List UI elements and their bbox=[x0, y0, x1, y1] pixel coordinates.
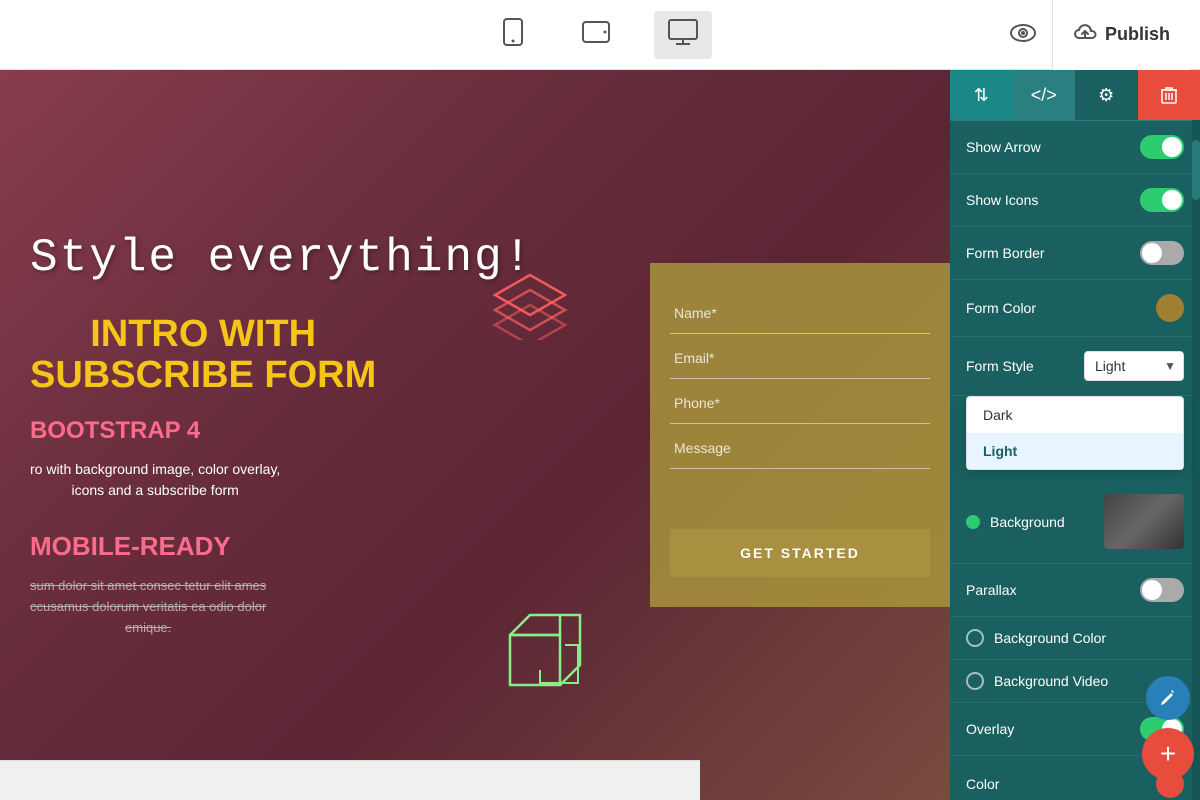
form-style-dropdown: Dark Light bbox=[966, 396, 1184, 470]
parallax-toggle[interactable] bbox=[1140, 578, 1184, 602]
tablet-view-button[interactable] bbox=[568, 12, 624, 58]
show-icons-toggle[interactable] bbox=[1140, 188, 1184, 212]
settings-panel: ⇅ </> ⚙ Show Arrow bbox=[950, 70, 1200, 800]
description: ro with background image, color overlay,… bbox=[30, 459, 280, 501]
bootstrap-label: BOOTSTRAP 4 bbox=[30, 417, 200, 445]
panel-scrollbar-thumb[interactable] bbox=[1192, 140, 1200, 200]
dropdown-open-area: Dark Light bbox=[950, 396, 1200, 480]
parallax-label: Parallax bbox=[966, 582, 1017, 598]
settings-button[interactable]: ⚙ bbox=[1075, 70, 1138, 120]
message-field[interactable] bbox=[670, 428, 930, 469]
get-started-button[interactable]: GET STARTED bbox=[670, 529, 930, 577]
header-right: Publish bbox=[1010, 0, 1200, 70]
background-color-radio[interactable] bbox=[966, 629, 984, 647]
canvas-area: Style everything! INTRO WITH SUBSCRIBE F… bbox=[0, 70, 950, 800]
show-icons-row: Show Icons bbox=[950, 174, 1200, 227]
background-color-row: Background Color bbox=[950, 617, 1200, 660]
dropdown-dark-option[interactable]: Dark bbox=[967, 397, 1183, 433]
form-style-row: Form Style Light Dark ▼ bbox=[950, 337, 1200, 396]
background-row: Background bbox=[950, 480, 1200, 564]
form-style-label: Form Style bbox=[966, 358, 1034, 374]
subscribe-form: GET STARTED bbox=[650, 263, 950, 607]
phone-field[interactable] bbox=[670, 383, 930, 424]
bottom-bar bbox=[0, 760, 700, 800]
show-arrow-row: Show Arrow bbox=[950, 121, 1200, 174]
form-border-toggle[interactable] bbox=[1140, 241, 1184, 265]
mobile-view-button[interactable] bbox=[488, 10, 538, 60]
background-thumbnail[interactable] bbox=[1104, 494, 1184, 549]
name-field[interactable] bbox=[670, 293, 930, 334]
edit-fab-button[interactable] bbox=[1146, 676, 1190, 720]
form-style-select[interactable]: Light Dark bbox=[1084, 351, 1184, 381]
background-color-label: Background Color bbox=[994, 630, 1106, 646]
color-label: Color bbox=[966, 776, 999, 792]
form-border-row: Form Border bbox=[950, 227, 1200, 280]
form-color-label: Form Color bbox=[966, 300, 1036, 316]
heading-style-everything: Style everything! bbox=[30, 232, 533, 284]
background-label: Background bbox=[990, 514, 1065, 530]
form-color-row: Form Color bbox=[950, 280, 1200, 337]
background-video-radio[interactable] bbox=[966, 672, 984, 690]
canvas-content: Style everything! INTRO WITH SUBSCRIBE F… bbox=[0, 70, 950, 800]
publish-label: Publish bbox=[1105, 24, 1170, 45]
cloud-upload-icon bbox=[1073, 22, 1097, 47]
show-icons-label: Show Icons bbox=[966, 192, 1038, 208]
desktop-view-button[interactable] bbox=[654, 11, 712, 59]
overlay-label: Overlay bbox=[966, 721, 1014, 737]
code-button[interactable]: </> bbox=[1013, 70, 1076, 120]
main: Style everything! INTRO WITH SUBSCRIBE F… bbox=[0, 70, 1200, 800]
layers-icon bbox=[490, 270, 570, 345]
add-fab-button[interactable]: + bbox=[1142, 728, 1194, 780]
panel-action-bar: ⇅ </> ⚙ bbox=[950, 70, 1200, 121]
delete-button[interactable] bbox=[1138, 70, 1200, 120]
parallax-row: Parallax bbox=[950, 564, 1200, 617]
intro-title: INTRO WITH SUBSCRIBE FORM bbox=[30, 314, 376, 398]
device-toolbar bbox=[488, 10, 712, 60]
box-icon bbox=[500, 605, 590, 700]
publish-button[interactable]: Publish bbox=[1052, 0, 1190, 70]
background-video-label: Background Video bbox=[994, 673, 1108, 689]
mobile-ready-label: MOBILE-READY bbox=[30, 531, 231, 562]
sort-button[interactable]: ⇅ bbox=[950, 70, 1013, 120]
dropdown-light-option[interactable]: Light bbox=[967, 433, 1183, 469]
show-arrow-toggle[interactable] bbox=[1140, 135, 1184, 159]
form-color-swatch[interactable] bbox=[1156, 294, 1184, 322]
show-arrow-label: Show Arrow bbox=[966, 139, 1041, 155]
header: Publish bbox=[0, 0, 1200, 70]
panel-scrollbar[interactable] bbox=[1192, 120, 1200, 800]
background-indicator bbox=[966, 515, 980, 529]
form-border-label: Form Border bbox=[966, 245, 1045, 261]
lorem-text: sum dolor sit amet consec tetur elit ame… bbox=[30, 576, 266, 638]
canvas-background: Style everything! INTRO WITH SUBSCRIBE F… bbox=[0, 70, 950, 800]
email-field[interactable] bbox=[670, 338, 930, 379]
preview-button[interactable] bbox=[1010, 22, 1036, 48]
form-style-select-wrapper: Light Dark ▼ bbox=[1084, 351, 1184, 381]
